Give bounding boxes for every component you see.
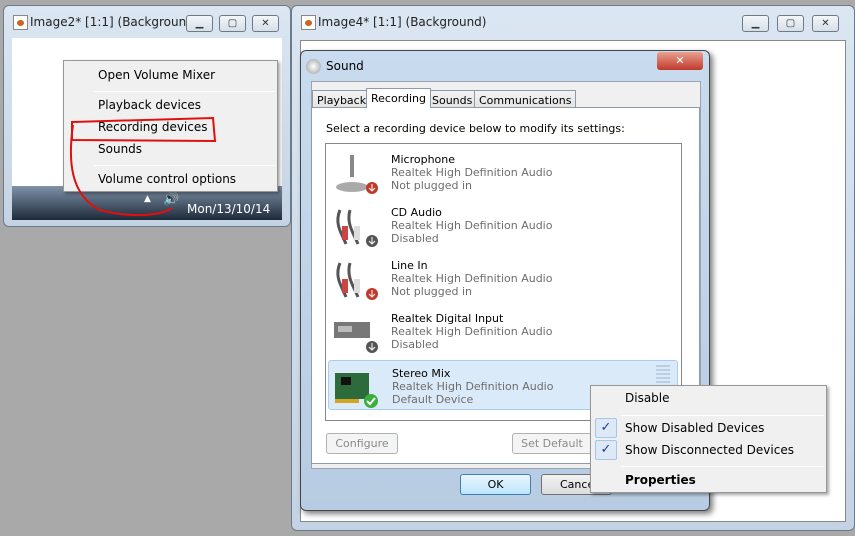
cd-audio-icon	[332, 204, 378, 248]
set-default-button[interactable]: Set Default	[512, 433, 592, 454]
window-title: Image4* [1:1] (Background)	[318, 15, 487, 29]
device-cd-audio[interactable]: CD Audio Realtek High Definition Audio Dis…	[328, 200, 678, 250]
red-annotation	[69, 116, 217, 217]
menu-properties[interactable]: Properties	[625, 473, 696, 487]
line-in-icon	[332, 257, 378, 301]
instruction-text: Select a recording device below to modif…	[326, 122, 625, 135]
menu-show-disabled-devices[interactable]: Show Disabled Devices	[625, 421, 764, 435]
device-realtek-digital-input[interactable]: Realtek Digital Input Realtek High Defini…	[328, 306, 678, 356]
close-button[interactable]: ✕	[812, 15, 839, 32]
level-meter	[656, 365, 670, 383]
digital-input-icon	[332, 310, 378, 354]
microphone-icon	[332, 151, 378, 195]
checkmark-icon: ✓	[595, 418, 617, 438]
ok-button[interactable]: OK	[460, 474, 531, 495]
device-line-in[interactable]: Line In Realtek High Definition Audio Not …	[328, 253, 678, 303]
app-icon	[301, 15, 316, 30]
tab-sounds[interactable]: Sounds	[427, 90, 478, 108]
minimize-button[interactable]: ▁	[742, 15, 769, 32]
maximize-button[interactable]: ▢	[777, 15, 804, 32]
configure-button[interactable]: Configure	[326, 433, 398, 454]
sound-card-icon	[333, 365, 379, 409]
tab-playback[interactable]: Playback	[312, 90, 372, 108]
menu-show-disconnected-devices[interactable]: Show Disconnected Devices	[625, 443, 794, 457]
dialog-close-button[interactable]: ✕	[657, 52, 703, 70]
dialog-title: Sound	[326, 59, 364, 73]
menu-disable[interactable]: Disable	[625, 391, 670, 405]
sound-icon	[306, 59, 321, 74]
tab-recording[interactable]: Recording	[366, 88, 432, 108]
tab-communications[interactable]: Communications	[474, 90, 577, 108]
device-microphone[interactable]: Microphone Realtek High Definition Audio N…	[328, 147, 678, 197]
checkmark-icon: ✓	[595, 440, 617, 460]
device-context-menu: Disable ✓ Show Disabled Devices ✓ Show D…	[590, 385, 827, 493]
